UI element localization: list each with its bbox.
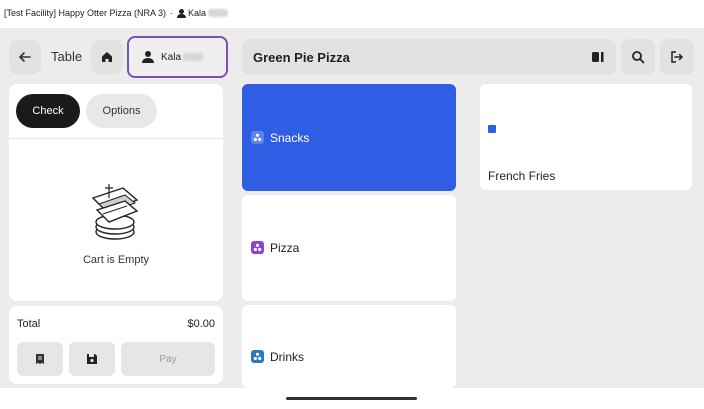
title-user-name: Kala [188, 8, 207, 18]
item-name: French Fries [488, 169, 556, 183]
title-separator: - [170, 8, 174, 18]
empty-cart-illustration [91, 184, 139, 240]
arrow-left-icon [19, 52, 31, 62]
category-drinks[interactable]: Drinks [242, 305, 456, 388]
home-button[interactable] [91, 40, 123, 74]
cart-panel: Check Options Cart is Empty [9, 84, 223, 301]
table-label[interactable]: Table [51, 49, 82, 64]
window-title-bar: [Test Facility] Happy Otter Pizza (NRA 3… [0, 0, 704, 26]
item-french-fries[interactable]: French Fries [480, 84, 692, 190]
category-icon [251, 350, 264, 363]
pos-app: Table Kala Green Pie Pizza Check Options [0, 28, 704, 388]
redacted-surname [183, 53, 204, 61]
logout-icon [671, 51, 683, 63]
category-label: Snacks [270, 131, 310, 145]
tab-check[interactable]: Check [16, 94, 80, 128]
total-value: $0.00 [187, 318, 215, 330]
search-button[interactable] [621, 39, 655, 75]
user-icon [177, 8, 187, 18]
barcode-icon[interactable] [591, 50, 605, 64]
logout-button[interactable] [660, 39, 694, 75]
category-label: Pizza [270, 241, 300, 255]
total-panel: Total $0.00 Pay [9, 306, 223, 384]
home-indicator[interactable] [286, 397, 417, 400]
category-icon [251, 241, 264, 254]
receipt-button[interactable] [17, 342, 63, 376]
user-button[interactable]: Kala [127, 36, 228, 78]
store-bar[interactable]: Green Pie Pizza [242, 39, 616, 75]
user-icon [142, 51, 154, 63]
back-button[interactable] [9, 40, 41, 74]
search-icon [632, 51, 645, 64]
redacted-surname [208, 9, 229, 17]
category-label: Drinks [270, 350, 305, 364]
empty-cart-message: Cart is Empty [82, 254, 149, 266]
save-button[interactable] [69, 342, 115, 376]
item-color-swatch [488, 125, 496, 133]
home-icon [102, 52, 112, 62]
pay-button[interactable]: Pay [121, 342, 215, 376]
store-title: Green Pie Pizza [253, 50, 350, 65]
total-label: Total [17, 318, 41, 330]
save-icon [87, 354, 97, 364]
facility-title: [Test Facility] Happy Otter Pizza (NRA 3… [4, 8, 167, 18]
tab-options[interactable]: Options [86, 94, 157, 128]
receipt-icon [36, 354, 44, 364]
table-toolbar: Table Kala [9, 36, 228, 78]
category-pizza[interactable]: Pizza [242, 195, 456, 301]
category-icon [251, 131, 264, 144]
category-snacks[interactable]: Snacks [242, 84, 456, 191]
user-name: Kala [161, 51, 182, 63]
cart-divider [9, 138, 223, 139]
